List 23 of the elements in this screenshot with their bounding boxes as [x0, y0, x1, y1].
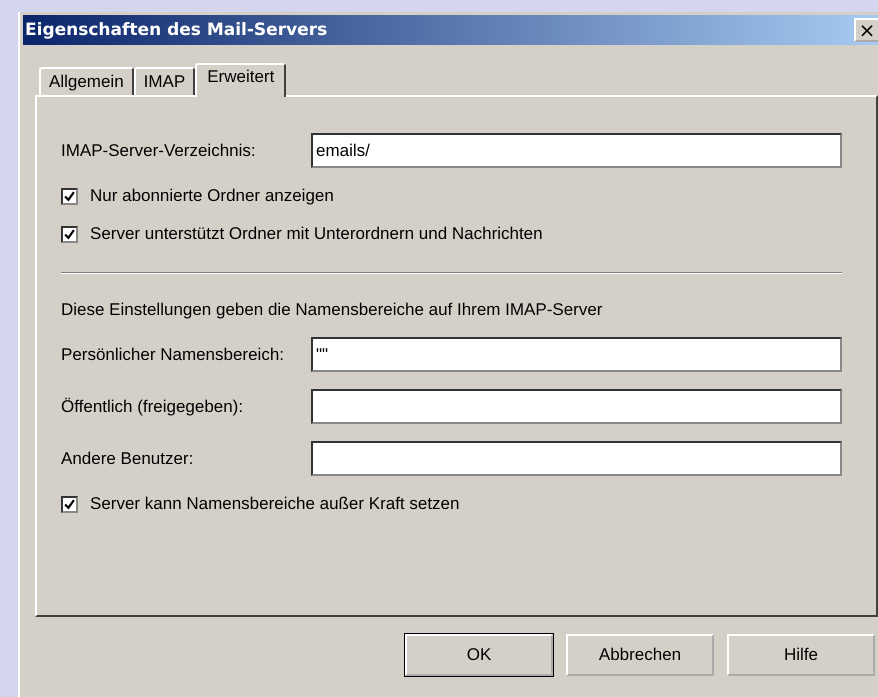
input-field[interactable]: emails/: [311, 133, 842, 168]
field-label: Persönlicher Namensbereich:: [61, 344, 285, 364]
tab[interactable]: Allgemein: [39, 67, 134, 95]
dialog-button[interactable]: OK: [405, 634, 553, 676]
close-button[interactable]: ×: [854, 18, 878, 42]
checkbox-label: Server unterstützt Ordner mit Unterordnern und Nachrichten: [90, 224, 543, 244]
checkbox[interactable]: [61, 496, 78, 512]
window-title: Eigenschaften des Mail-Servers: [25, 20, 328, 40]
dialog-button[interactable]: Hilfe: [727, 634, 875, 676]
field-label: Öffentlich (freigegeben):: [61, 396, 244, 416]
checkbox[interactable]: [61, 188, 78, 204]
checkbox[interactable]: [61, 226, 78, 242]
field-label: IMAP-Server-Verzeichnis:: [61, 140, 257, 160]
input-field[interactable]: [311, 389, 842, 424]
checkbox-label: Server kann Namensbereiche außer Kraft setzen: [90, 494, 460, 514]
input-field[interactable]: [311, 441, 842, 476]
input-field[interactable]: "": [311, 337, 842, 372]
tab[interactable]: IMAP: [134, 67, 196, 95]
tab[interactable]: Erweitert: [195, 63, 286, 97]
field-label: Andere Benutzer:: [61, 448, 194, 468]
checkbox-label: Nur abonnierte Ordner anzeigen: [90, 186, 334, 206]
dialog-button[interactable]: Abbrechen: [566, 634, 714, 676]
description-text: Diese Einstellungen geben die Namensbereiche auf Ihrem IMAP-Server: [61, 300, 604, 320]
